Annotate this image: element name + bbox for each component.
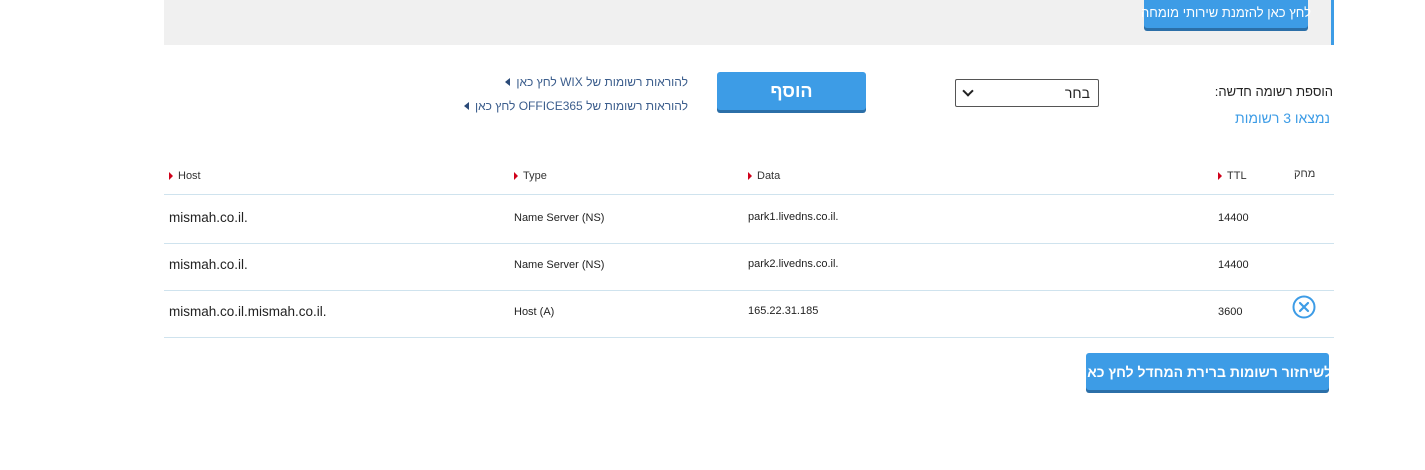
header-host[interactable]: Host	[169, 170, 201, 182]
top-banner: לחץ כאן להזמנת שירותי מומחה	[164, 0, 1334, 45]
cell-ttl: 3600	[1218, 306, 1243, 318]
arrow-left-icon	[505, 78, 511, 86]
record-type-select[interactable]: בחר	[955, 79, 1099, 107]
sort-arrow-icon	[514, 172, 518, 180]
office365-instructions-link[interactable]: להוראות רשומות של OFFICE365 לחץ כאן	[464, 94, 688, 118]
cell-host: mismah.co.il.mismah.co.il.	[169, 304, 327, 319]
expert-service-button[interactable]: לחץ כאן להזמנת שירותי מומחה	[1141, 0, 1311, 28]
cell-type: Host (A)	[514, 306, 555, 318]
header-ttl[interactable]: TTL	[1218, 170, 1247, 182]
select-value: בחר	[1064, 85, 1090, 101]
header-type[interactable]: Type	[514, 170, 547, 182]
table-divider	[164, 243, 1334, 244]
sort-arrow-icon	[169, 172, 173, 180]
cell-data: 165.22.31.185	[748, 305, 819, 317]
cell-type: Name Server (NS)	[514, 259, 605, 271]
cell-data: park1.livedns.co.il.	[748, 211, 839, 223]
office-link-text[interactable]: להוראות רשומות של OFFICE365 לחץ כאן	[475, 97, 688, 115]
records-count: נמצאו 3 רשומות	[1235, 110, 1330, 126]
wix-link-text[interactable]: להוראות רשומות של WIX לחץ כאן	[516, 73, 688, 91]
restore-defaults-button[interactable]: לשיחזור רשומות ברירת המחדל לחץ כאן	[1083, 353, 1332, 390]
sort-arrow-icon	[748, 172, 752, 180]
cell-host: mismah.co.il.	[169, 210, 248, 225]
arrow-left-icon	[464, 102, 470, 110]
instruction-links: להוראות רשומות של WIX לחץ כאן להוראות רש…	[464, 70, 688, 118]
cell-data: park2.livedns.co.il.	[748, 258, 839, 270]
cell-ttl: 14400	[1218, 259, 1249, 271]
add-record-label: הוספת רשומה חדשה:	[1214, 84, 1333, 99]
cell-host: mismah.co.il.	[169, 257, 248, 272]
header-data[interactable]: Data	[748, 170, 780, 182]
cell-type: Name Server (NS)	[514, 212, 605, 224]
chevron-down-icon	[962, 85, 974, 97]
sort-arrow-icon	[1218, 172, 1222, 180]
cell-ttl: 14400	[1218, 212, 1249, 224]
table-divider	[164, 194, 1334, 195]
delete-circle-x-icon[interactable]	[1292, 295, 1316, 319]
wix-instructions-link[interactable]: להוראות רשומות של WIX לחץ כאן	[464, 70, 688, 94]
table-divider	[164, 290, 1334, 291]
add-record-button[interactable]: הוסף	[717, 72, 866, 110]
header-delete: מחק	[1294, 168, 1316, 180]
table-divider	[164, 337, 1334, 338]
